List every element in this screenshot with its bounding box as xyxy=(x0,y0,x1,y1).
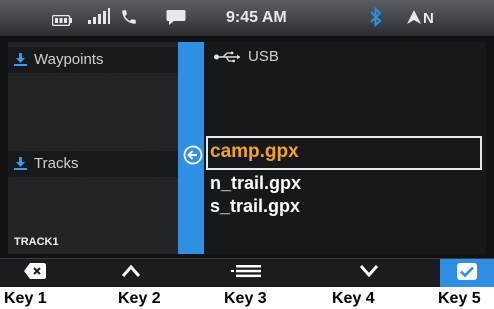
delete-icon xyxy=(24,263,46,284)
phone-icon xyxy=(120,8,138,31)
waypoints-label: Waypoints xyxy=(34,51,104,68)
file-item-camp[interactable]: camp.gpx xyxy=(210,141,299,163)
message-icon xyxy=(166,9,186,31)
menu-icon xyxy=(231,264,263,283)
category-waypoints[interactable]: Waypoints xyxy=(8,47,178,73)
back-arrow-icon[interactable] xyxy=(183,145,203,165)
softkey-5-confirm[interactable] xyxy=(440,259,494,287)
key-label-3: Key 3 xyxy=(224,290,267,307)
softkey-1-delete[interactable] xyxy=(0,259,70,287)
key-label-2: Key 2 xyxy=(118,290,161,307)
key-label-1: Key 1 xyxy=(4,290,47,307)
device-display: 9:45 AM N Waypoints Tracks TRACK1 USB ca… xyxy=(0,0,494,287)
softkey-3-menu[interactable] xyxy=(212,259,282,287)
key-labels: Key 1 Key 2 Key 3 Key 4 Key 5 xyxy=(0,289,494,309)
category-panel: Waypoints Tracks TRACK1 xyxy=(8,42,178,254)
file-panel: USB camp.gpx n_trail.gpx s_trail.gpx xyxy=(204,42,486,254)
key-label-4: Key 4 xyxy=(332,290,375,307)
softkey-bar xyxy=(0,258,494,287)
compass-arrow-icon xyxy=(407,10,421,29)
battery-icon xyxy=(51,13,72,31)
chevron-down-icon xyxy=(359,264,379,283)
source-label: USB xyxy=(248,48,279,65)
check-icon xyxy=(457,262,477,285)
heading-label: N xyxy=(423,10,434,27)
file-item-n-trail[interactable]: n_trail.gpx xyxy=(210,173,301,194)
category-tracks[interactable]: Tracks xyxy=(8,151,178,177)
file-item-s-trail[interactable]: s_trail.gpx xyxy=(210,196,300,217)
download-icon xyxy=(14,157,27,170)
chevron-up-icon xyxy=(121,264,141,283)
softkey-2-up[interactable] xyxy=(96,259,166,287)
usb-icon xyxy=(214,50,242,68)
key-label-5: Key 5 xyxy=(438,290,481,307)
track-name-label: TRACK1 xyxy=(14,236,59,248)
bluetooth-icon xyxy=(370,6,382,32)
softkey-4-down[interactable] xyxy=(334,259,404,287)
tracks-label: Tracks xyxy=(34,155,79,172)
signal-icon xyxy=(88,8,110,29)
status-bar: 9:45 AM N xyxy=(0,0,494,36)
file-browser: Waypoints Tracks TRACK1 USB camp.gpx n_t… xyxy=(8,42,486,254)
clock: 9:45 AM xyxy=(226,9,287,26)
download-icon xyxy=(14,53,27,66)
